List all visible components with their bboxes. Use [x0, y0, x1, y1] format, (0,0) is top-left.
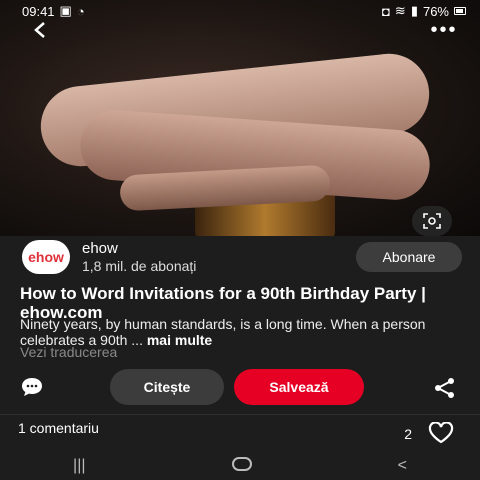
wifi-icon: ≋: [394, 3, 406, 18]
system-nav-bar: ||| <: [0, 452, 480, 480]
system-back-icon[interactable]: <: [398, 457, 407, 475]
battery-icon: [454, 7, 466, 15]
creator-row: ehow ehow 1,8 mil. de abonați Abonare: [22, 240, 462, 274]
gallery-notification-icon: ▣: [59, 3, 72, 18]
share-icon[interactable]: [434, 377, 456, 404]
creator-subscribers: 1,8 mil. de abonați: [82, 258, 197, 274]
visual-search-icon[interactable]: [412, 206, 452, 236]
status-bar: 09:41 ▣ ◔ ◘ ≋ ▮ 76%: [0, 0, 480, 22]
alarm-icon: ◘: [382, 3, 390, 19]
recent-apps-icon[interactable]: |||: [73, 457, 85, 475]
creator-info[interactable]: ehow 1,8 mil. de abonați: [82, 240, 196, 274]
home-icon[interactable]: [231, 456, 252, 476]
comments-count[interactable]: 1 comentariu: [18, 420, 99, 436]
signal-icon: ▮: [410, 3, 418, 18]
creator-name: ehow: [82, 240, 118, 257]
whatsapp-notification-icon: ◔: [76, 3, 85, 19]
action-bar: Citește Salvează: [0, 369, 480, 409]
creator-avatar[interactable]: ehow: [22, 240, 70, 274]
heart-icon[interactable]: [428, 421, 454, 450]
pin-details-panel: ehow ehow 1,8 mil. de abonați Abonare Ho…: [0, 236, 480, 480]
like-count: 2: [404, 426, 412, 442]
more-link[interactable]: mai multe: [147, 332, 212, 348]
save-button[interactable]: Salvează: [234, 369, 364, 405]
divider: [0, 414, 480, 415]
follow-button[interactable]: Abonare: [356, 242, 462, 272]
translate-link[interactable]: Vezi traducerea: [20, 344, 117, 360]
battery-percent: 76%: [422, 3, 449, 19]
status-time: 09:41: [22, 3, 55, 19]
comment-icon[interactable]: [20, 376, 44, 404]
pin-image[interactable]: [0, 0, 480, 240]
read-button[interactable]: Citește: [110, 369, 224, 405]
